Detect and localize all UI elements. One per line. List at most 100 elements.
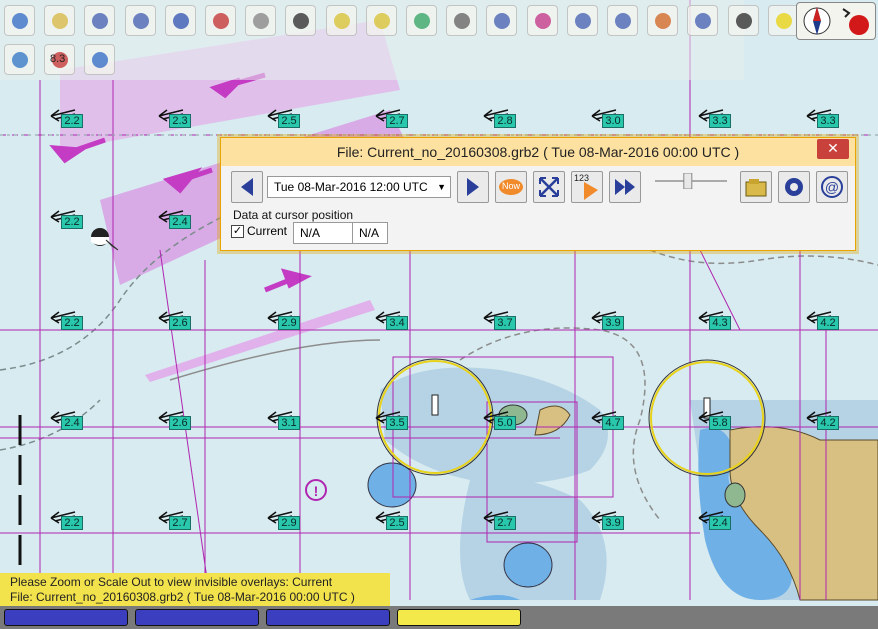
current-value-label: 2.2 [61,114,83,128]
current-value-label: 3.7 [494,316,516,330]
chart-tab[interactable] [135,609,259,626]
current-value-label: 2.8 [494,114,516,128]
status-line-2: File: Current_no_20160308.grb2 ( Tue 08-… [10,590,355,604]
open-file-button[interactable] [740,171,772,203]
chevron-down-icon: ▼ [437,182,446,192]
next-time-button[interactable] [457,171,489,203]
current-value-label: 2.7 [169,516,191,530]
dialog-title: File: Current_no_20160308.grb2 ( Tue 08-… [221,138,855,166]
text-button[interactable] [285,5,317,36]
quilt-down-icon [92,13,109,29]
current-value-label: 3.0 [602,114,624,128]
scale-up-button[interactable] [767,5,799,36]
scale-button[interactable] [406,5,437,36]
current-value-label: 3.1 [278,416,300,430]
current-value-label: 2.4 [61,416,83,430]
quilt-up-icon [132,13,149,29]
current-value-label: 3.9 [602,316,624,330]
quilt-down-button[interactable] [84,5,116,36]
zoom-to-center-button[interactable] [533,171,565,203]
current-value-label: 3.3 [709,114,731,128]
grib-button[interactable] [727,5,759,36]
nav-button[interactable] [607,5,638,36]
settings-button[interactable] [778,171,810,203]
zoom-out-button[interactable] [44,5,76,36]
play-counter-button[interactable]: 123 [571,171,603,203]
chart-canvas[interactable]: ! [0,0,878,629]
current-value-label: 2.2 [61,516,83,530]
lifebuoy-button[interactable] [4,44,35,75]
track-button[interactable] [526,5,558,36]
scale-icon [414,13,430,29]
current-value-label: 2.3 [169,114,191,128]
ais-icon [655,13,672,29]
lifebuoy-icon [12,52,28,68]
current-value-label: 4.2 [817,316,839,330]
boat-button[interactable] [205,5,236,36]
zoom-in-button[interactable] [4,5,35,36]
boat-icon [213,13,229,29]
play-button[interactable] [609,171,641,203]
current-value-label: 2.5 [278,114,300,128]
status-line-1: Please Zoom or Scale Out to view invisib… [10,575,333,589]
current-value-label: 2.5 [386,516,408,530]
current-value-label: 2.9 [278,316,300,330]
chart-tab[interactable] [4,609,128,626]
autopilot-icon [695,13,712,29]
track-icon [534,13,551,29]
close-button[interactable]: ✕ [817,139,849,159]
prev-time-button[interactable] [231,171,263,203]
current-value-label: 2.4 [169,215,191,229]
measure-icon [253,13,270,29]
print-button[interactable] [446,5,478,36]
current-value-label: 5.8 [709,416,731,430]
scale-up-icon [775,13,792,29]
nav-icon [615,13,631,29]
scale-button[interactable]: 8.3 [44,44,75,75]
slider-thumb[interactable] [683,173,693,189]
current-value-label: 4.2 [817,416,839,430]
current-value-label: 2.6 [169,316,191,330]
mark-icon [333,13,350,29]
lifebuoy-button[interactable] [84,44,115,75]
grib-icon [735,13,752,29]
north-arrow-icon [803,7,869,35]
current-value-label: 2.2 [61,215,83,229]
data-at-cursor-label: Data at cursor position [233,208,354,222]
current-checkbox[interactable]: ✓ [231,225,244,238]
tracks-button[interactable] [365,5,397,36]
route-button[interactable] [164,5,196,36]
measure-button[interactable] [245,5,277,36]
time-slider[interactable] [653,173,729,189]
current-direction-field: N/A [352,222,388,244]
current-value-label: 2.4 [709,516,731,530]
autopilot-button[interactable] [687,5,719,36]
route-manager-icon [494,13,511,29]
now-label: Now [502,181,521,191]
status-bar: Please Zoom or Scale Out to view invisib… [0,573,390,607]
route-manager-button[interactable] [486,5,518,36]
zoom-in-icon [12,13,28,29]
svg-text:!: ! [314,483,319,499]
chart-folder-icon [574,13,591,29]
request-button[interactable]: @ [816,171,848,203]
svg-text:@: @ [825,179,839,195]
chart-folder-button[interactable] [566,5,598,36]
compass-widget[interactable] [796,2,876,40]
current-value-field: N/A [293,222,353,244]
mark-button[interactable] [325,5,357,36]
time-select[interactable]: Tue 08-Mar-2016 12:00 UTC ▼ [267,176,451,198]
current-value-label: 2.7 [386,114,408,128]
current-label: Current [247,224,288,238]
now-button[interactable]: Now [495,171,527,203]
current-value-label: 5.0 [494,416,516,430]
ais-button[interactable] [647,5,679,36]
current-value-label: 2.2 [61,316,83,330]
chart-tab[interactable] [266,609,390,626]
quilt-up-button[interactable] [124,5,156,36]
current-value-label: 2.9 [278,516,300,530]
counter-label: 123 [574,173,590,183]
scale-value: 8.3 [50,53,66,65]
chart-tab[interactable] [397,609,521,626]
zoom-out-icon [52,13,69,29]
